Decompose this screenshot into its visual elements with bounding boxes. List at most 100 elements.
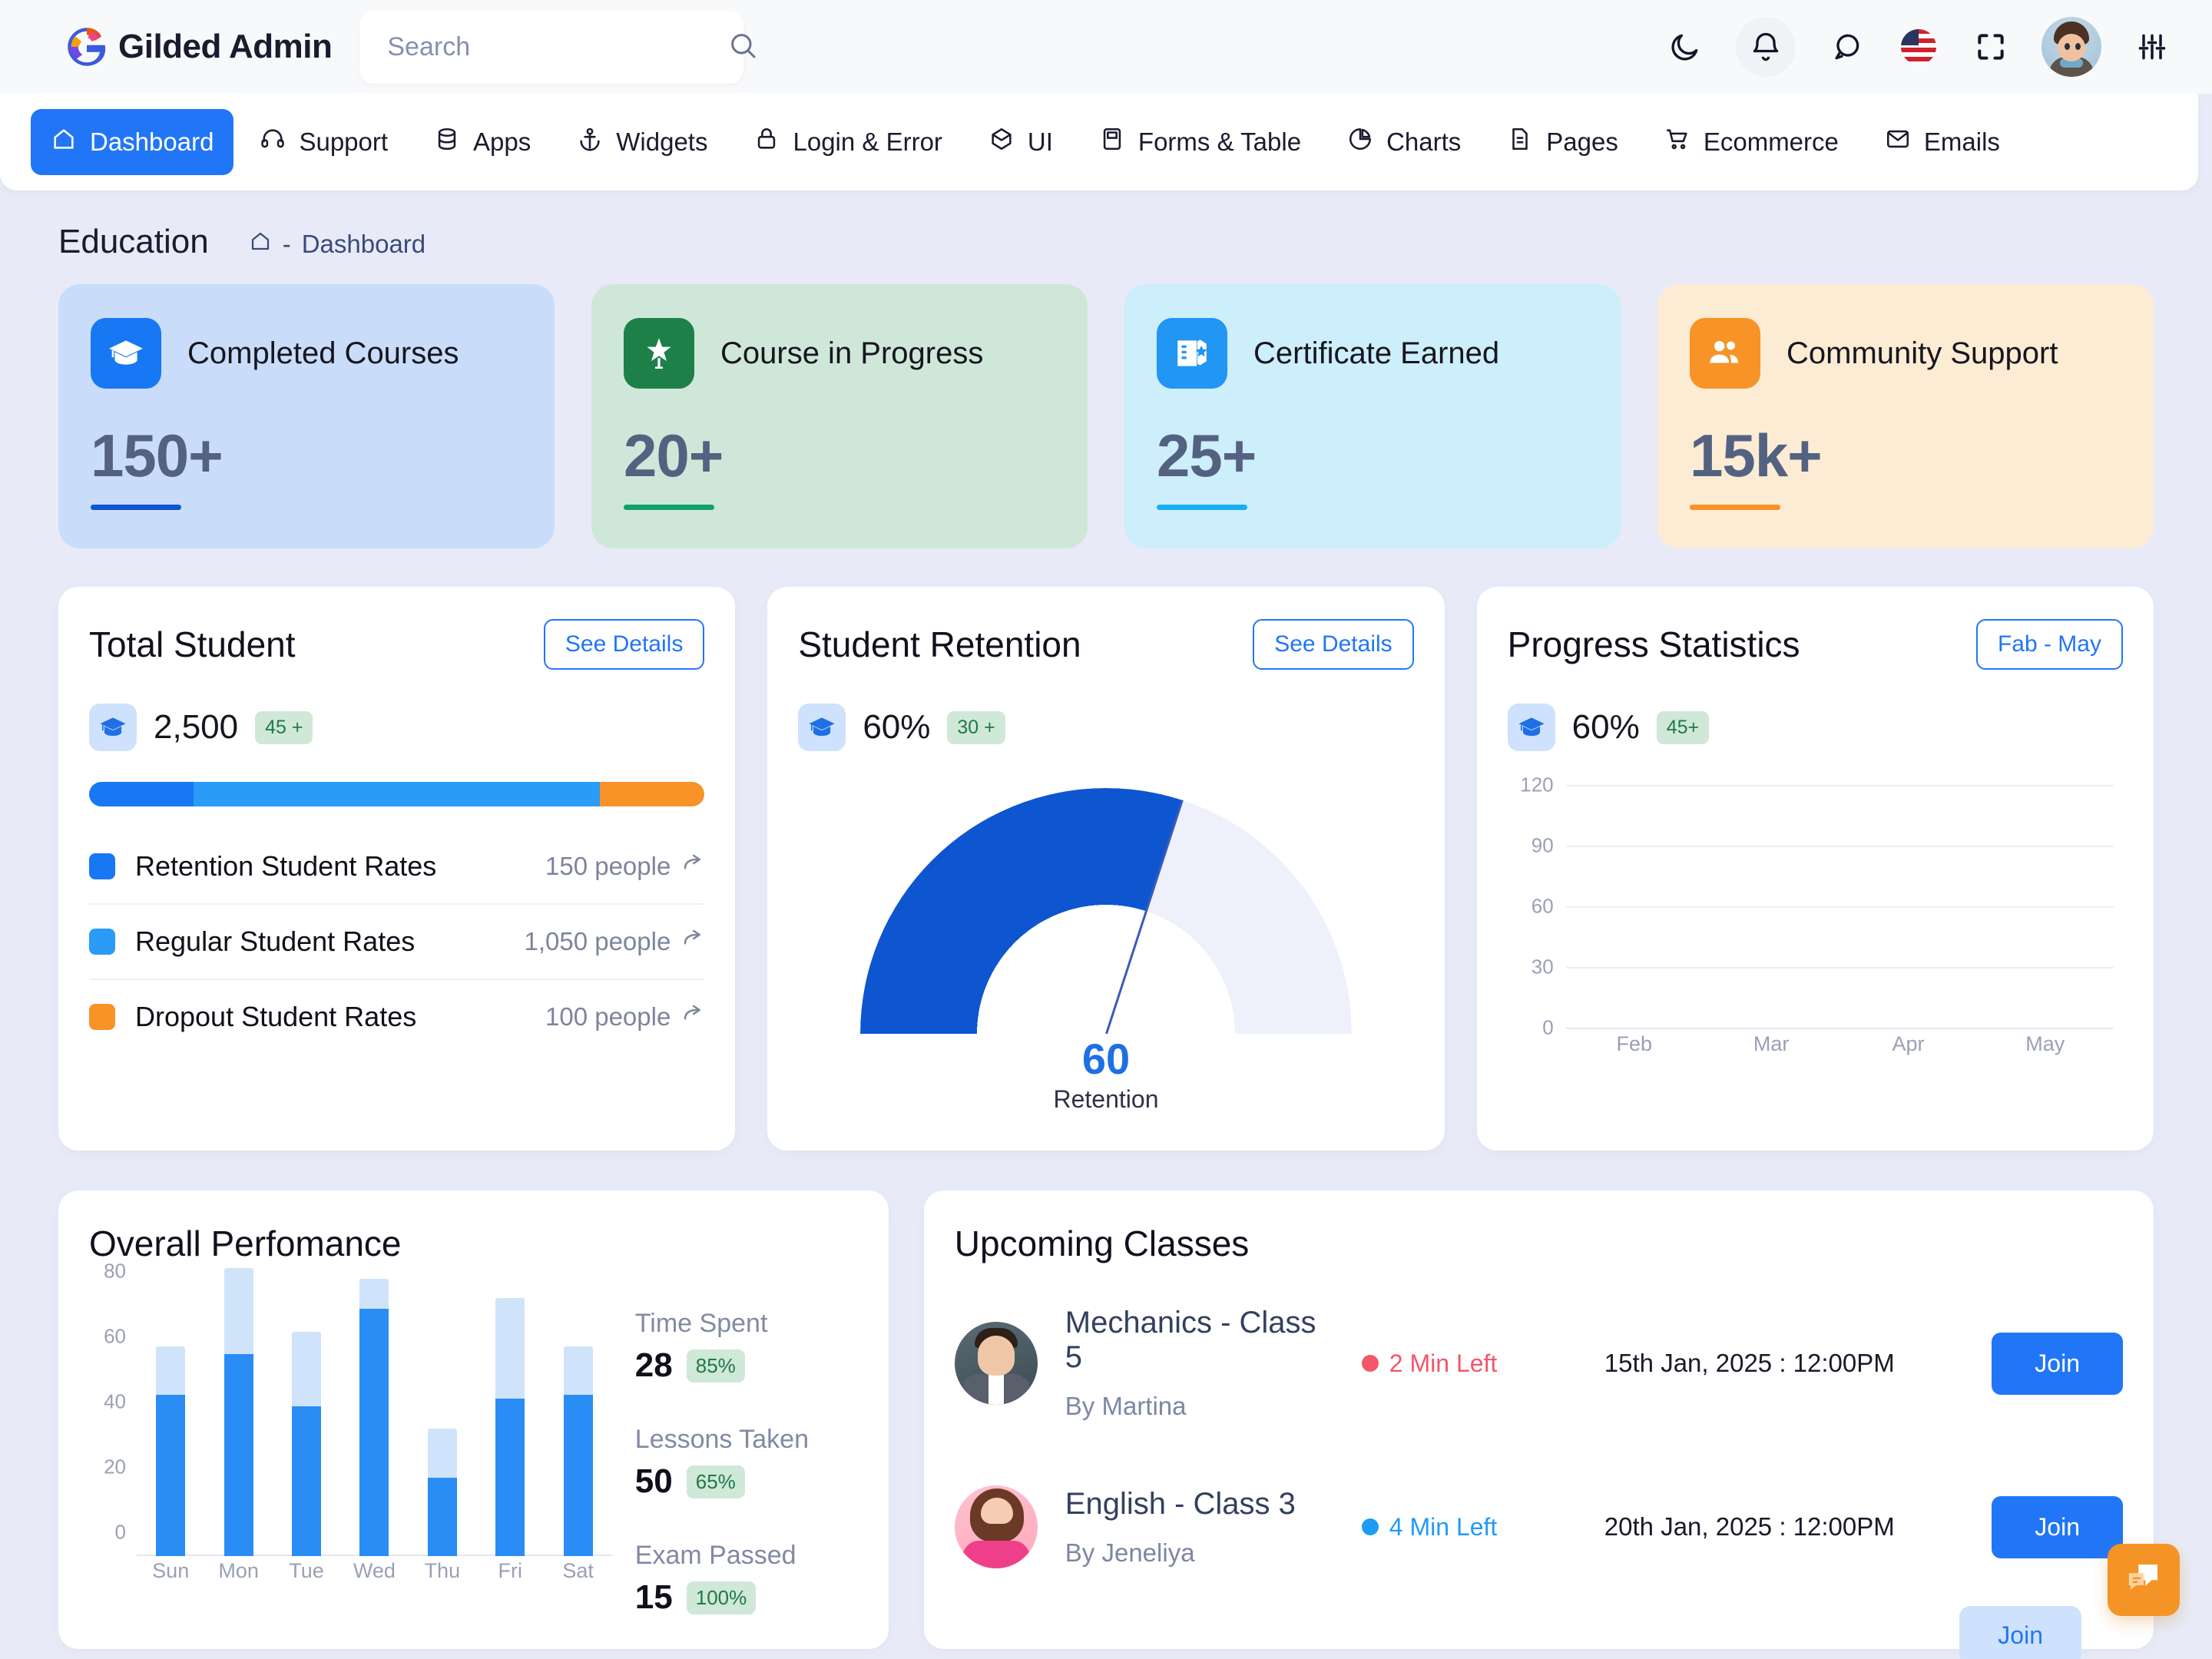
stat-card-value: 25+ [1157, 422, 1257, 489]
kpi-value: 60% [863, 708, 931, 746]
arrow-right-icon[interactable] [681, 927, 704, 956]
gauge-ring [859, 788, 1352, 1034]
brand[interactable]: Gilded Admin [66, 26, 333, 68]
home-icon [51, 126, 77, 158]
card-title: Student Retention [798, 624, 1081, 664]
user-avatar[interactable] [2041, 17, 2101, 77]
stat-card-rule [91, 505, 181, 510]
bar-segment-remaining [156, 1346, 186, 1396]
performance-stat-label: Exam Passed [634, 1541, 796, 1570]
join-button-partial[interactable]: Join [1959, 1606, 2081, 1659]
list-item[interactable]: Regular Student Rates 1,050 people [89, 905, 705, 980]
chat-fab-button[interactable] [2108, 1544, 2180, 1616]
card-title: Progress Statistics [1507, 624, 1800, 664]
breadcrumb: Education - Dashboard [58, 190, 2154, 276]
bar-segment-completed [359, 1309, 389, 1556]
stat-card-completed-courses[interactable]: Completed Courses 150+ [58, 284, 555, 548]
list-item[interactable]: English - Class 3 By Jeneliya 4 Min Left… [954, 1462, 2123, 1591]
nav-label: Widgets [616, 127, 708, 156]
top-header: Gilded Admin [0, 0, 2212, 94]
stat-card-certificate-earned[interactable]: Certificate Earned 25+ [1124, 284, 1621, 548]
rate-label: Dropout Student Rates [135, 1001, 417, 1032]
join-button[interactable]: Join [1992, 1332, 2123, 1395]
chat-bubbles-icon [2123, 1558, 2164, 1603]
timer-text: 4 Min Left [1389, 1512, 1498, 1541]
y-tick-label: 20 [104, 1455, 126, 1479]
kpi-chip: 45 + [255, 710, 313, 744]
stacked-bar [156, 1346, 186, 1556]
list-item[interactable]: Dropout Student Rates 100 people [89, 980, 704, 1054]
nav-item-apps[interactable]: Apps [414, 109, 551, 175]
search-box[interactable] [359, 10, 756, 84]
settings-sliders-icon[interactable] [2131, 25, 2174, 68]
fullscreen-icon[interactable] [1969, 25, 2012, 68]
overall-performance-chart: 0 20 40 60 80 Sun Mon Tue Wed Thu Fri Sat [89, 1260, 617, 1594]
nav-item-forms-table[interactable]: Forms & Table [1079, 109, 1321, 175]
brand-name: Gilded Admin [118, 28, 333, 65]
bar-segment-completed [427, 1477, 457, 1556]
cart-icon [1664, 126, 1690, 158]
y-tick-label: 40 [104, 1389, 126, 1413]
performance-stat-chip: 85% [686, 1349, 745, 1382]
nav-item-widgets[interactable]: Widgets [557, 109, 727, 175]
pie-chart-icon [1347, 126, 1373, 158]
class-date: 15th Jan, 2025 : 12:00PM [1604, 1349, 1895, 1377]
kpi-value: 60% [1571, 708, 1640, 746]
performance-stat-value: 15 [634, 1578, 673, 1616]
arrow-right-icon[interactable] [681, 852, 704, 881]
x-tick-label: Tue [289, 1559, 324, 1582]
breadcrumb-current[interactable]: Dashboard [302, 230, 426, 259]
card-title: Upcoming Classes [954, 1224, 1250, 1263]
progress-statistics-card: Progress Statistics Fab - May 60% 45+ 0 3… [1476, 587, 2154, 1151]
nav-item-support[interactable]: Support [240, 109, 408, 175]
box-icon [988, 126, 1015, 158]
moon-icon[interactable] [1664, 25, 1707, 68]
chat-icon[interactable] [1825, 25, 1868, 68]
y-tick-label: 60 [104, 1324, 126, 1348]
chart-bars [137, 1267, 612, 1556]
card-title: Overall Perfomance [89, 1224, 402, 1263]
bar-group [476, 1297, 544, 1556]
stat-card-course-in-progress[interactable]: Course in Progress 20+ [591, 284, 1088, 548]
nav-item-emails[interactable]: Emails [1865, 109, 2020, 175]
list-item[interactable]: Retention Student Rates 150 people [89, 830, 705, 905]
bar-segment-remaining [292, 1331, 322, 1406]
rate-label: Regular Student Rates [135, 926, 416, 957]
date-range-button[interactable]: Fab - May [1975, 619, 2123, 670]
chart-y-axis: 0 20 40 60 80 [89, 1260, 137, 1556]
bar-segment-remaining [563, 1346, 593, 1396]
nav-item-ecommerce[interactable]: Ecommerce [1644, 109, 1859, 175]
nav-item-dashboard[interactable]: Dashboard [31, 109, 234, 175]
performance-stat-chip: 65% [686, 1465, 745, 1498]
join-button[interactable]: Join [1992, 1495, 2123, 1558]
stat-card-community-support[interactable]: Community Support 15k+ [1657, 284, 2154, 548]
home-icon[interactable] [249, 230, 272, 259]
nav-item-login-error[interactable]: Login & Error [733, 109, 962, 175]
performance-stat-label: Lessons Taken [634, 1425, 809, 1454]
see-details-button[interactable]: See Details [543, 619, 705, 670]
kpi-chip: 45+ [1656, 710, 1710, 744]
list-item[interactable]: Mechanics - Class 5 By Martina 2 Min Lef… [954, 1283, 2123, 1444]
nav-item-charts[interactable]: Charts [1327, 109, 1481, 175]
search-input[interactable] [387, 31, 728, 62]
see-details-button[interactable]: See Details [1253, 619, 1414, 670]
kpi-chip: 30 + [947, 710, 1005, 744]
chart-x-axis: Feb Mar Apr May [1566, 1032, 2114, 1063]
nav-item-pages[interactable]: Pages [1487, 109, 1638, 175]
search-icon[interactable] [727, 30, 758, 65]
flag-icon[interactable] [1897, 25, 1940, 68]
rate-count: 1,050 people [524, 927, 671, 955]
nav-item-ui[interactable]: UI [969, 109, 1073, 175]
stat-card-value: 20+ [624, 422, 724, 489]
student-distribution-bar [89, 782, 705, 806]
graduation-cap-icon [1507, 704, 1555, 751]
document-icon [1507, 126, 1533, 158]
bar-segment-completed [563, 1395, 593, 1556]
arrow-right-icon[interactable] [681, 1002, 704, 1031]
stat-card-rule [1690, 505, 1780, 510]
bar-group [204, 1267, 272, 1556]
performance-stat-label: Time Spent [634, 1309, 768, 1338]
bell-icon[interactable] [1736, 17, 1796, 77]
bar-segment-remaining [495, 1297, 525, 1399]
card-title: Total Student [89, 624, 296, 664]
